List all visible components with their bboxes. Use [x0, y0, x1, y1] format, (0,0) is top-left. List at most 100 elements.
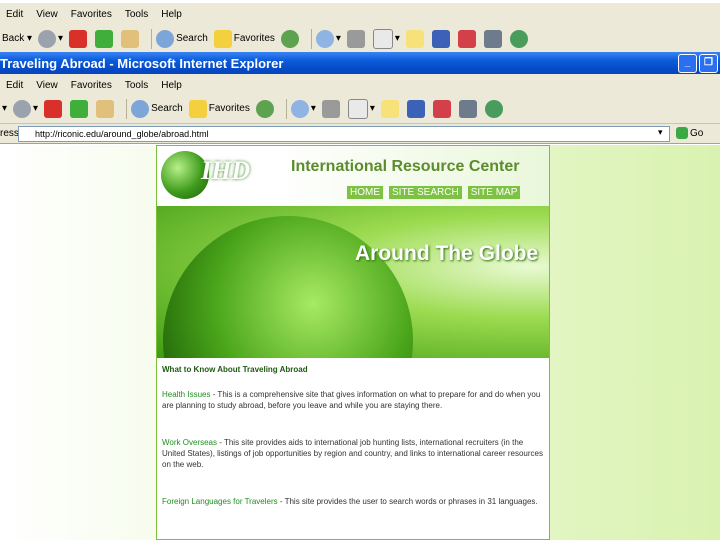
divider: [285, 98, 287, 119]
star-icon: [188, 99, 207, 118]
home-icon: [96, 99, 115, 118]
print-button[interactable]: [321, 97, 342, 121]
note-icon: [405, 29, 424, 48]
menu-help[interactable]: Help: [161, 80, 182, 91]
star-icon: [213, 29, 232, 48]
divider: [151, 28, 153, 49]
menubar: Edit View Favorites Tools Help: [0, 74, 720, 96]
back-button[interactable]: Back ▾: [2, 27, 32, 51]
site-logo: IHD: [201, 156, 251, 185]
research-button[interactable]: [406, 97, 427, 121]
nav-site-search[interactable]: SITE SEARCH: [389, 186, 462, 199]
print-icon: [346, 29, 365, 48]
toolbox-button[interactable]: [458, 97, 479, 121]
back-label: Back: [2, 33, 25, 44]
stop-button[interactable]: [44, 97, 64, 121]
menu-view[interactable]: View: [36, 9, 58, 20]
divider: [126, 98, 128, 119]
history-button[interactable]: [255, 97, 276, 121]
butterfly-icon: [432, 99, 451, 118]
web-content-area: IHD International Resource Center HOME S…: [0, 145, 720, 540]
menu-help[interactable]: Help: [161, 9, 182, 20]
site-title: International Resource Center: [291, 158, 520, 175]
mail-button[interactable]: ▾: [290, 97, 316, 121]
item-description: - This site provides aids to internation…: [162, 438, 543, 469]
favorites-button[interactable]: Favorites: [213, 27, 275, 51]
nav-site-map[interactable]: SITE MAP: [467, 186, 521, 199]
refresh-button[interactable]: [95, 27, 115, 51]
history-button[interactable]: [280, 27, 301, 51]
list-item: Foreign Languages for Travelers - This s…: [162, 496, 544, 507]
go-arrow-icon: [676, 127, 688, 139]
history-icon: [280, 29, 299, 48]
forward-button[interactable]: ▾: [38, 27, 63, 51]
search-label: Search: [151, 103, 183, 114]
favorites-label: Favorites: [233, 33, 275, 44]
menu-tools[interactable]: Tools: [125, 80, 148, 91]
back-button[interactable]: ▾: [2, 97, 7, 121]
menu-edit[interactable]: Edit: [6, 9, 23, 20]
home-button[interactable]: [121, 27, 141, 51]
go-button[interactable]: Go: [676, 127, 703, 139]
menu-favorites[interactable]: Favorites: [71, 9, 112, 20]
site-nav: HOME SITE SEARCH SITE MAP: [347, 186, 526, 199]
menu-tools[interactable]: Tools: [125, 9, 148, 20]
home-button[interactable]: [96, 97, 116, 121]
globe-image: [163, 216, 413, 358]
favorites-button[interactable]: Favorites: [188, 97, 250, 121]
url-text: http://riconic.edu/around_globe/abroad.h…: [35, 129, 209, 139]
forward-arrow-icon: [13, 99, 32, 118]
list-item: Health Issues - This is a comprehensive …: [162, 389, 544, 411]
stop-icon: [69, 29, 88, 48]
window-titlebar: Traveling Abroad - Microsoft Internet Ex…: [0, 52, 720, 74]
messenger-icon: [484, 99, 503, 118]
toolbox-icon: [458, 99, 477, 118]
print-button[interactable]: [346, 27, 367, 51]
research-icon: [406, 99, 425, 118]
search-button[interactable]: Search: [131, 97, 183, 121]
window-title: Traveling Abroad - Microsoft Internet Ex…: [0, 55, 284, 71]
stop-icon: [44, 99, 63, 118]
edit-button[interactable]: ▾: [347, 97, 375, 121]
discuss-button[interactable]: [380, 97, 401, 121]
banner-title: Around The Globe: [355, 242, 539, 265]
minimize-button[interactable]: _: [678, 54, 697, 73]
address-label: ress: [0, 128, 19, 139]
item-description: - This is a comprehensive site that give…: [162, 390, 541, 410]
stop-button[interactable]: [69, 27, 89, 51]
work-overseas-link[interactable]: Work Overseas: [162, 438, 217, 447]
menu-view[interactable]: View: [36, 80, 58, 91]
toolbox-button[interactable]: [483, 27, 504, 51]
word-icon: [372, 28, 393, 49]
discuss-button[interactable]: [405, 27, 426, 51]
search-button[interactable]: Search: [156, 27, 208, 51]
messenger-button[interactable]: [484, 97, 505, 121]
list-item: Work Overseas - This site provides aids …: [162, 437, 544, 470]
foreign-languages-link[interactable]: Foreign Languages for Travelers: [162, 497, 278, 506]
forward-button[interactable]: ▾: [13, 97, 38, 121]
health-issues-link[interactable]: Health Issues: [162, 390, 210, 399]
research-button[interactable]: [431, 27, 452, 51]
refresh-button[interactable]: [70, 97, 90, 121]
menu-favorites[interactable]: Favorites: [71, 80, 112, 91]
butterfly-button[interactable]: [457, 27, 478, 51]
address-input[interactable]: http://riconic.edu/around_globe/abroad.h…: [18, 126, 670, 142]
history-icon: [255, 99, 274, 118]
note-icon: [380, 99, 399, 118]
restore-button[interactable]: ❐: [699, 54, 718, 73]
butterfly-button[interactable]: [432, 97, 453, 121]
edit-button[interactable]: ▾: [372, 27, 400, 51]
dropdown-icon[interactable]: ▾: [658, 127, 663, 138]
search-icon: [131, 99, 150, 118]
refresh-icon: [95, 29, 114, 48]
toolbar: ▾ ▾ Search Favorites ▾ ▾: [0, 94, 720, 124]
menubar-top: Edit View Favorites Tools Help: [0, 3, 720, 25]
toolbar-top: Back ▾ ▾ Search Favorites ▾ ▾: [0, 24, 720, 54]
messenger-button[interactable]: [509, 27, 530, 51]
mail-button[interactable]: ▾: [315, 27, 341, 51]
menu-edit[interactable]: Edit: [6, 80, 23, 91]
nav-home[interactable]: HOME: [347, 186, 383, 199]
article-heading: What to Know About Traveling Abroad: [162, 365, 308, 374]
favorites-label: Favorites: [208, 103, 250, 114]
site-header: IHD International Resource Center HOME S…: [157, 146, 549, 206]
